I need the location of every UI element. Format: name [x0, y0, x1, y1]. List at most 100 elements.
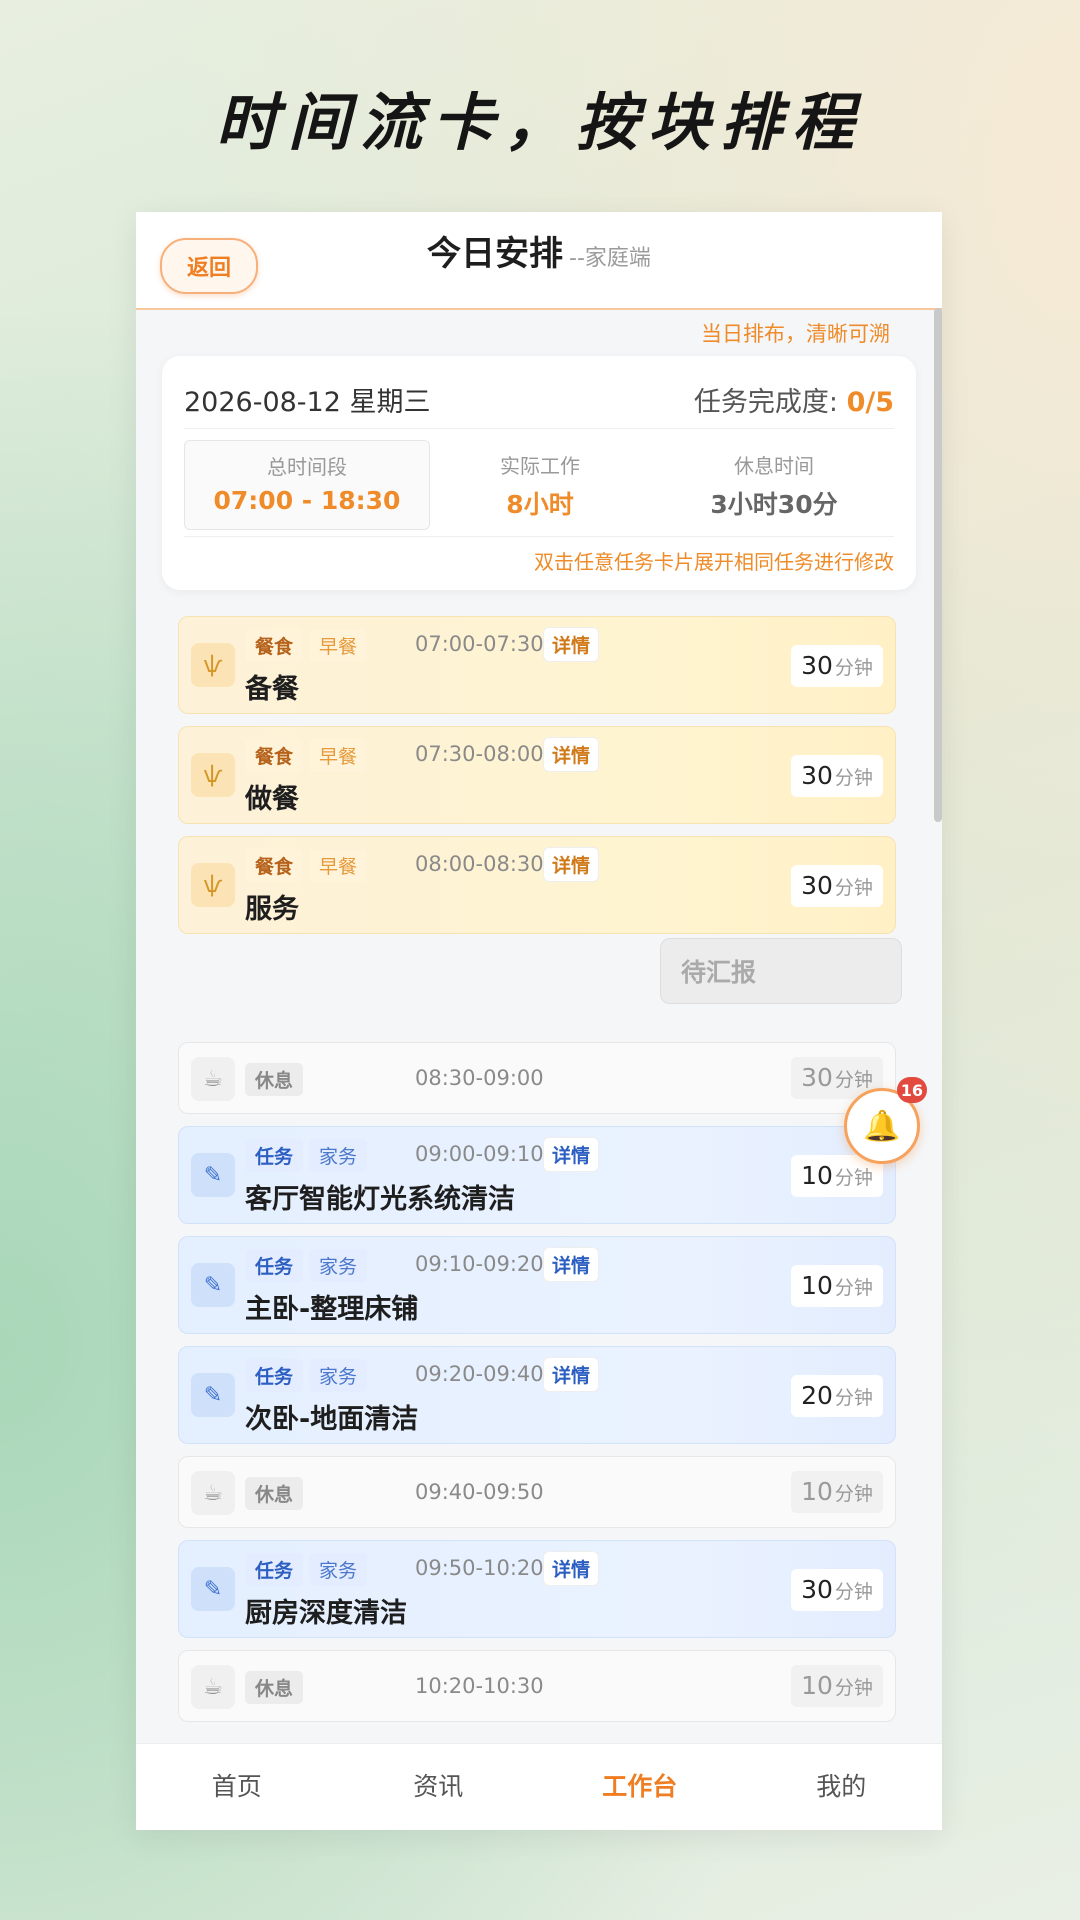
subcategory-tag: 早餐 [309, 739, 368, 772]
stat-value: 07:00 - 18:30 [213, 486, 401, 515]
rest-card[interactable]: ☕ 休息 08:30-09:00 30 分钟 [178, 1042, 896, 1114]
subcategory-tag: 家务 [309, 1139, 368, 1172]
duration-unit: 分钟 [834, 1483, 873, 1505]
task-name: 客厅智能灯光系统清洁 [245, 1184, 515, 1215]
task-card[interactable]: ✎ 任务 家务 09:10-09:20 详情 主卧-整理床铺 10 分钟 [178, 1236, 896, 1334]
category-tag: 任务 [245, 1359, 304, 1392]
coffee-cup-icon: ☕ [191, 1471, 235, 1515]
meal-card[interactable]: ѱ 餐食 早餐 07:00-07:30 详情备餐 30 分钟 [178, 616, 896, 714]
scrollbar[interactable] [934, 308, 942, 822]
task-name: 备餐 [245, 674, 299, 705]
time-range: 09:20-09:40 [415, 1362, 544, 1386]
subcategory-tag: 家务 [309, 1553, 368, 1586]
stat-rest-time: 休息时间 3小时30分 [652, 440, 896, 528]
time-range: 07:30-08:00 [415, 742, 544, 766]
duration-badge: 30 分钟 [791, 645, 883, 687]
duration-unit: 分钟 [834, 1387, 873, 1409]
time-range: 09:00-09:10 [415, 1142, 544, 1166]
duration-value: 10 [801, 1271, 833, 1300]
detail-button[interactable]: 详情 [543, 847, 600, 882]
meal-card[interactable]: ѱ 餐食 早餐 07:30-08:00 详情 做餐 30 分钟 [178, 726, 896, 824]
detail-button[interactable]: 详情 [543, 627, 600, 662]
duration-value: 30 [801, 871, 833, 900]
detail-button[interactable]: 详情 [543, 1357, 600, 1392]
card-tags: 休息 [245, 1063, 309, 1096]
stat-value: 8小时 [506, 490, 574, 519]
time-range: 07:00-07:30 [415, 632, 544, 656]
stat-label: 实际工作 [500, 454, 580, 478]
notification-button[interactable]: 🔔 16 [844, 1077, 927, 1164]
page-title: 今日安排 [427, 234, 564, 274]
card-tags: 任务 家务 [245, 1553, 373, 1586]
bell-icon: 🔔 [863, 1108, 901, 1144]
detail-button[interactable]: 详情 [543, 737, 600, 772]
duration-badge: 30 分钟 [791, 865, 883, 907]
stat-label: 休息时间 [734, 454, 814, 478]
subcategory-tag: 早餐 [309, 849, 368, 882]
utensils-icon: ѱ [191, 753, 235, 797]
stat-value: 3小时30分 [710, 490, 838, 519]
card-tags: 休息 [245, 1671, 309, 1704]
duration-badge: 30 分钟 [791, 1569, 883, 1611]
rest-card[interactable]: ☕ 休息 10:20-10:30 10 分钟 [178, 1650, 896, 1722]
category-tag: 餐食 [245, 629, 304, 662]
tab-1[interactable]: 资讯 [338, 1744, 540, 1830]
duration-unit: 分钟 [834, 1277, 873, 1299]
tab-3[interactable]: 我的 [741, 1744, 943, 1830]
duration-value: 10 [801, 1671, 833, 1700]
duration-badge: 10 分钟 [791, 1665, 883, 1707]
stat-actual-work: 实际工作 8小时 [418, 440, 662, 528]
subcategory-tag: 家务 [309, 1359, 368, 1392]
detail-button[interactable]: 详情 [543, 1137, 600, 1172]
task-progress: 任务完成度: 0/5 [694, 380, 894, 419]
pencil-icon: ✎ [191, 1567, 235, 1611]
task-card[interactable]: ✎ 任务 家务 09:20-09:40 详情 次卧-地面清洁 20 分钟 [178, 1346, 896, 1444]
utensils-icon: ѱ [191, 863, 235, 907]
tab-2[interactable]: 工作台 [539, 1744, 741, 1830]
pending-report-button[interactable]: 待汇报 [660, 938, 902, 1004]
coffee-cup-icon: ☕ [191, 1665, 235, 1709]
card-tags: 餐食 早餐 [245, 849, 373, 882]
task-name: 主卧-整理床铺 [245, 1294, 419, 1325]
rest-card[interactable]: ☕ 休息 09:40-09:50 10 分钟 [178, 1456, 896, 1528]
time-range: 09:50-10:20 [415, 1556, 544, 1580]
tab-0[interactable]: 首页 [136, 1744, 338, 1830]
stat-label: 总时间段 [267, 455, 347, 479]
stat-total-period: 总时间段 07:00 - 18:30 [184, 440, 430, 530]
page-subtitle: --家庭端 [569, 246, 651, 271]
divider [184, 536, 894, 537]
phone-screen: 返回 今日安排 --家庭端 当日排布，清晰可溯 2026-08-12 星期三 任务… [136, 212, 942, 1830]
time-range: 08:00-08:30 [415, 852, 544, 876]
subcategory-tag: 早餐 [309, 629, 368, 662]
card-tags: 休息 [245, 1477, 309, 1510]
edit-hint: 双击任意任务卡片展开相同任务进行修改 [534, 550, 894, 574]
page-title-wrap: 今日安排 --家庭端 [136, 226, 942, 275]
task-card[interactable]: ✎ 任务 家务 09:50-10:20 详情 厨房深度清洁 30 分钟 [178, 1540, 896, 1638]
duration-value: 30 [801, 761, 833, 790]
top-bar: 返回 今日安排 --家庭端 [136, 212, 942, 310]
category-tag: 休息 [245, 1063, 304, 1096]
duration-unit: 分钟 [834, 1677, 873, 1699]
task-name: 服务 [245, 894, 299, 925]
summary-card: 2026-08-12 星期三 任务完成度: 0/5 总时间段 07:00 - 1… [162, 356, 916, 590]
notification-badge: 16 [896, 1077, 927, 1103]
time-range: 10:20-10:30 [415, 1674, 544, 1698]
utensils-icon: ѱ [191, 643, 235, 687]
detail-button[interactable]: 详情 [543, 1551, 600, 1586]
task-card[interactable]: ✎ 任务 家务 09:00-09:10 详情 客厅智能灯光系统清洁 10 分钟 [178, 1126, 896, 1224]
pencil-icon: ✎ [191, 1373, 235, 1417]
divider [184, 428, 894, 429]
detail-button[interactable]: 详情 [543, 1247, 600, 1282]
card-tags: 任务 家务 [245, 1359, 373, 1392]
card-tags: 餐食 早餐 [245, 739, 373, 772]
duration-value: 20 [801, 1381, 833, 1410]
category-tag: 任务 [245, 1249, 304, 1282]
task-progress-label: 任务完成度: [693, 387, 847, 418]
task-name: 做餐 [245, 784, 299, 815]
duration-value: 30 [801, 651, 833, 680]
time-range: 09:40-09:50 [415, 1480, 544, 1504]
meal-card[interactable]: ѱ 餐食 早餐 08:00-08:30 详情服务 30 分钟 [178, 836, 896, 934]
subcategory-tag: 家务 [309, 1249, 368, 1282]
category-tag: 任务 [245, 1553, 304, 1586]
bottom-tab-bar: 首页 资讯 工作台 我的 [136, 1743, 942, 1830]
